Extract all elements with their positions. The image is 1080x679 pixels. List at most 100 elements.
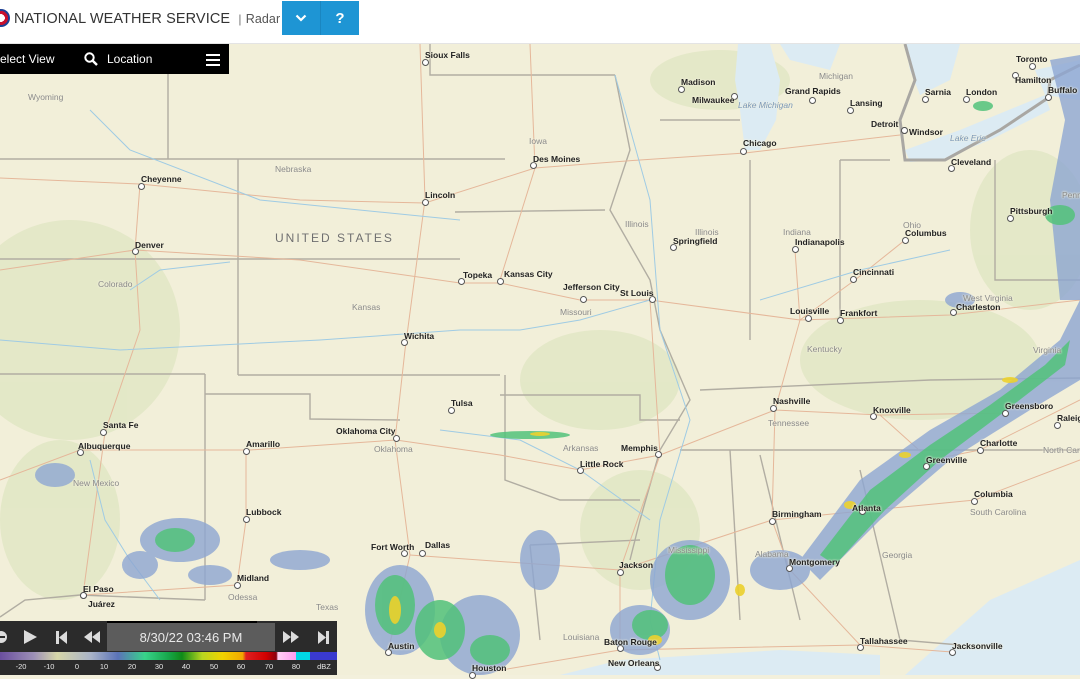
brand: NATIONAL WEATHER SERVICE | Radar [14, 11, 280, 27]
step-forward-button[interactable] [316, 626, 330, 648]
state-label: North Carolina [1043, 445, 1080, 455]
city-marker[interactable] [769, 518, 776, 525]
city-marker[interactable] [1045, 94, 1052, 101]
minor-city-label: Odessa [228, 592, 258, 602]
city-label: Lincoln [425, 190, 456, 200]
city-label: Houston [472, 663, 507, 673]
city-marker[interactable] [971, 498, 978, 505]
city-marker[interactable] [837, 317, 844, 324]
city-label: Madison [681, 77, 716, 87]
city-marker[interactable] [792, 246, 799, 253]
state-label: Tennessee [768, 418, 810, 428]
city-marker[interactable] [497, 278, 504, 285]
city-label: Pittsburgh [1010, 206, 1053, 216]
scale-tick-label: 60 [236, 662, 246, 671]
city-marker[interactable] [902, 237, 909, 244]
scale-segment-blue [310, 652, 337, 660]
city-marker[interactable] [469, 672, 476, 679]
city-marker[interactable] [901, 127, 908, 134]
city-label: Topeka [463, 270, 493, 280]
city-marker[interactable] [422, 59, 429, 66]
city-marker[interactable] [448, 407, 455, 414]
city-label: Columbia [974, 489, 1013, 499]
city-marker[interactable] [770, 405, 777, 412]
city-label: Charleston [956, 302, 1001, 312]
city-label: Jacksonville [952, 641, 1003, 651]
city-marker[interactable] [1002, 410, 1009, 417]
scale-tick-label: -20 [15, 662, 27, 671]
city-marker[interactable] [1054, 422, 1061, 429]
city-marker[interactable] [805, 315, 812, 322]
city-label: Frankfort [840, 308, 878, 318]
rewind-button[interactable] [84, 626, 100, 648]
city-marker[interactable] [809, 97, 816, 104]
city-marker[interactable] [100, 429, 107, 436]
city-marker[interactable] [422, 199, 429, 206]
city-label: Cincinnati [853, 267, 895, 277]
city-label: St Louis [620, 288, 654, 298]
scale-unit-label: dBZ [317, 662, 331, 671]
city-label: Atlanta [852, 503, 881, 513]
state-label: Georgia [882, 550, 913, 560]
dbz-color-scale [0, 652, 337, 660]
city-marker[interactable] [1007, 215, 1014, 222]
step-back-button[interactable] [54, 626, 68, 648]
city-label: Grand Rapids [785, 86, 841, 96]
city-marker[interactable] [963, 96, 970, 103]
city-marker[interactable] [977, 447, 984, 454]
city-marker[interactable] [740, 148, 747, 155]
city-label: Tallahassee [860, 636, 908, 646]
city-label: Hamilton [1015, 75, 1052, 85]
city-marker[interactable] [234, 582, 241, 589]
city-marker[interactable] [580, 296, 587, 303]
fast-forward-button[interactable] [283, 626, 299, 648]
scale-tick-label: 40 [181, 662, 191, 671]
city-label: Nashville [773, 396, 811, 406]
city-label: Milwaukee [692, 95, 735, 105]
city-marker[interactable] [847, 107, 854, 114]
city-label: New Orleans [608, 658, 660, 668]
nws-logo[interactable] [0, 9, 10, 27]
state-label: Missouri [560, 307, 592, 317]
minus-circle-icon [0, 631, 7, 643]
city-marker[interactable] [243, 516, 250, 523]
zoom-out-button[interactable] [0, 626, 8, 648]
city-label: Tulsa [451, 398, 473, 408]
city-marker[interactable] [393, 435, 400, 442]
state-label: Arkansas [563, 443, 599, 453]
hamburger-menu-icon[interactable] [206, 54, 220, 69]
city-label: Springfield [673, 236, 718, 246]
water-label: Lake Michigan [738, 100, 793, 110]
location-button[interactable]: Location [107, 52, 152, 66]
radar-playback-controls: 8/30/22 03:46 PM -20 -10 0 10 20 30 40 50 60 70 80… [0, 621, 337, 675]
city-label: Indianapolis [795, 237, 845, 247]
city-label: Toronto [1016, 54, 1048, 64]
city-marker[interactable] [617, 569, 624, 576]
state-label: Pennsylvania [1062, 190, 1080, 200]
play-button[interactable] [22, 626, 38, 648]
city-label: Baton Rouge [604, 637, 657, 647]
state-label: South Carolina [970, 507, 1027, 517]
state-label: Nebraska [275, 164, 312, 174]
city-marker[interactable] [138, 183, 145, 190]
help-button[interactable]: ? [321, 1, 359, 35]
city-marker[interactable] [1029, 63, 1036, 70]
city-marker[interactable] [419, 550, 426, 557]
dropdown-button[interactable] [282, 1, 321, 35]
scale-tick-label: 80 [291, 662, 301, 671]
city-label: Birmingham [772, 509, 822, 519]
scale-tick-label: -10 [43, 662, 55, 671]
search-icon[interactable] [84, 52, 98, 69]
city-label: Little Rock [580, 459, 624, 469]
select-view-button[interactable]: Select View [0, 52, 54, 66]
state-label: Mississippi [668, 545, 710, 555]
city-marker[interactable] [850, 276, 857, 283]
city-label: Jefferson City [563, 282, 620, 292]
city-marker[interactable] [243, 448, 250, 455]
city-marker[interactable] [922, 96, 929, 103]
city-label: Santa Fe [103, 420, 139, 430]
city-label: London [966, 87, 998, 97]
city-label: Windsor [909, 127, 943, 137]
city-marker[interactable] [80, 592, 87, 599]
city-marker[interactable] [678, 86, 685, 93]
